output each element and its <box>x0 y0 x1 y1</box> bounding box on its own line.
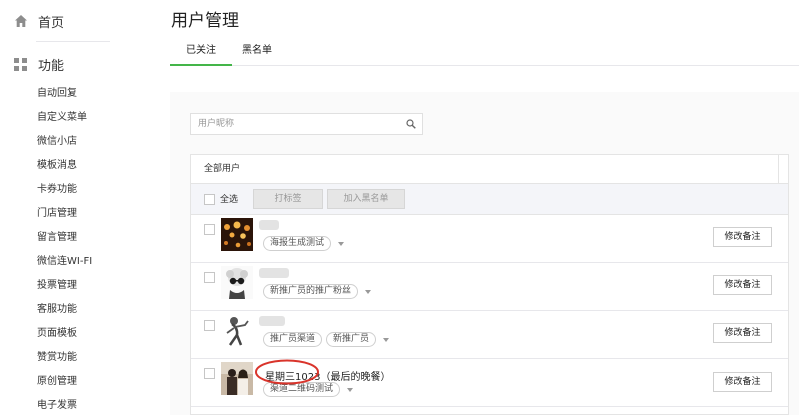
caret-down-icon[interactable] <box>336 240 346 248</box>
user-avatar[interactable] <box>221 266 253 299</box>
row-checkbox[interactable] <box>204 320 215 331</box>
sidebar-divider <box>36 41 110 42</box>
user-tags: 海报生成测试 <box>263 236 346 251</box>
user-row: 推广员渠道 新推广员 修改备注 <box>191 311 788 359</box>
user-row: 海报生成测试 修改备注 <box>191 215 788 263</box>
page-title: 用户管理 <box>171 11 239 31</box>
user-name <box>259 220 279 230</box>
header-divider <box>778 155 788 184</box>
user-tag[interactable]: 新推广员的推广粉丝 <box>263 284 359 299</box>
sidebar-item-page-templates[interactable]: 页面模板 <box>37 322 92 346</box>
function-menu: 自动回复 自定义菜单 微信小店 模板消息 卡券功能 门店管理 留言管理 微信连W… <box>37 82 92 415</box>
user-row: 新推广员的推广粉丝 修改备注 <box>191 263 788 311</box>
sidebar-item-customer-service[interactable]: 客服功能 <box>37 298 92 322</box>
row-checkbox[interactable] <box>204 224 215 235</box>
user-tags: 推广员渠道 新推广员 <box>263 332 391 347</box>
search-input[interactable] <box>191 114 396 134</box>
panel-header: 全部用户 <box>191 155 788 184</box>
sidebar-item-e-invoice[interactable]: 电子发票 <box>37 394 92 415</box>
caret-down-icon[interactable] <box>345 386 355 394</box>
sidebar-item-voting[interactable]: 投票管理 <box>37 274 92 298</box>
row-checkbox[interactable] <box>204 368 215 379</box>
caret-down-icon[interactable] <box>363 288 373 296</box>
edit-remark-button[interactable]: 修改备注 <box>713 275 772 295</box>
sidebar-item-wifi[interactable]: 微信连WI-FI <box>37 250 92 274</box>
row-checkbox[interactable] <box>204 272 215 283</box>
select-all-label: 全选 <box>220 195 239 205</box>
add-to-blacklist-button[interactable]: 加入黑名单 <box>327 189 405 209</box>
user-avatar[interactable] <box>221 362 253 395</box>
tab-blacklist[interactable]: 黑名单 <box>232 40 282 66</box>
sidebar-item-store-management[interactable]: 门店管理 <box>37 202 92 226</box>
tag-button[interactable]: 打标签 <box>253 189 323 209</box>
sidebar-item-template-message[interactable]: 模板消息 <box>37 154 92 178</box>
user-tags: 新推广员的推广粉丝 <box>263 284 373 299</box>
tab-followed[interactable]: 已关注 <box>170 40 232 66</box>
select-all-checkbox[interactable] <box>204 194 215 205</box>
grid-icon <box>14 57 27 71</box>
user-tag[interactable]: 新推广员 <box>326 332 377 347</box>
sidebar-item-original-content[interactable]: 原创管理 <box>37 370 92 394</box>
user-avatar[interactable] <box>221 314 253 347</box>
search-icon[interactable] <box>406 119 416 129</box>
user-name <box>259 316 285 326</box>
user-tag[interactable]: 推广员渠道 <box>263 332 323 347</box>
sidebar-item-auto-reply[interactable]: 自动回复 <box>37 82 92 106</box>
sidebar-item-coupons[interactable]: 卡券功能 <box>37 178 92 202</box>
edit-remark-button[interactable]: 修改备注 <box>713 323 772 343</box>
sidebar: 首页 功能 自动回复 自定义菜单 微信小店 模板消息 卡券功能 门店管理 留言管… <box>0 0 120 415</box>
caret-down-icon[interactable] <box>381 336 391 344</box>
sidebar-item-wechat-store[interactable]: 微信小店 <box>37 130 92 154</box>
sidebar-item-custom-menu[interactable]: 自定义菜单 <box>37 106 92 130</box>
tab-bar: 已关注 黑名单 <box>170 40 799 66</box>
sidebar-item-comments[interactable]: 留言管理 <box>37 226 92 250</box>
user-name <box>259 268 289 278</box>
nav-home[interactable]: 首页 <box>14 10 64 32</box>
home-icon <box>15 15 27 27</box>
user-avatar[interactable] <box>221 218 253 251</box>
user-tag[interactable]: 海报生成测试 <box>263 236 332 251</box>
user-toolbar: 全选 打标签 加入黑名单 <box>191 184 788 215</box>
nav-home-label: 首页 <box>38 15 65 31</box>
edit-remark-button[interactable]: 修改备注 <box>713 372 772 392</box>
annotation-circle <box>255 359 319 385</box>
nav-functions[interactable]: 功能 <box>14 53 64 75</box>
sidebar-item-rewards[interactable]: 赞赏功能 <box>37 346 92 370</box>
search-box <box>190 113 423 135</box>
edit-remark-button[interactable]: 修改备注 <box>713 227 772 247</box>
nav-functions-label: 功能 <box>38 58 65 74</box>
